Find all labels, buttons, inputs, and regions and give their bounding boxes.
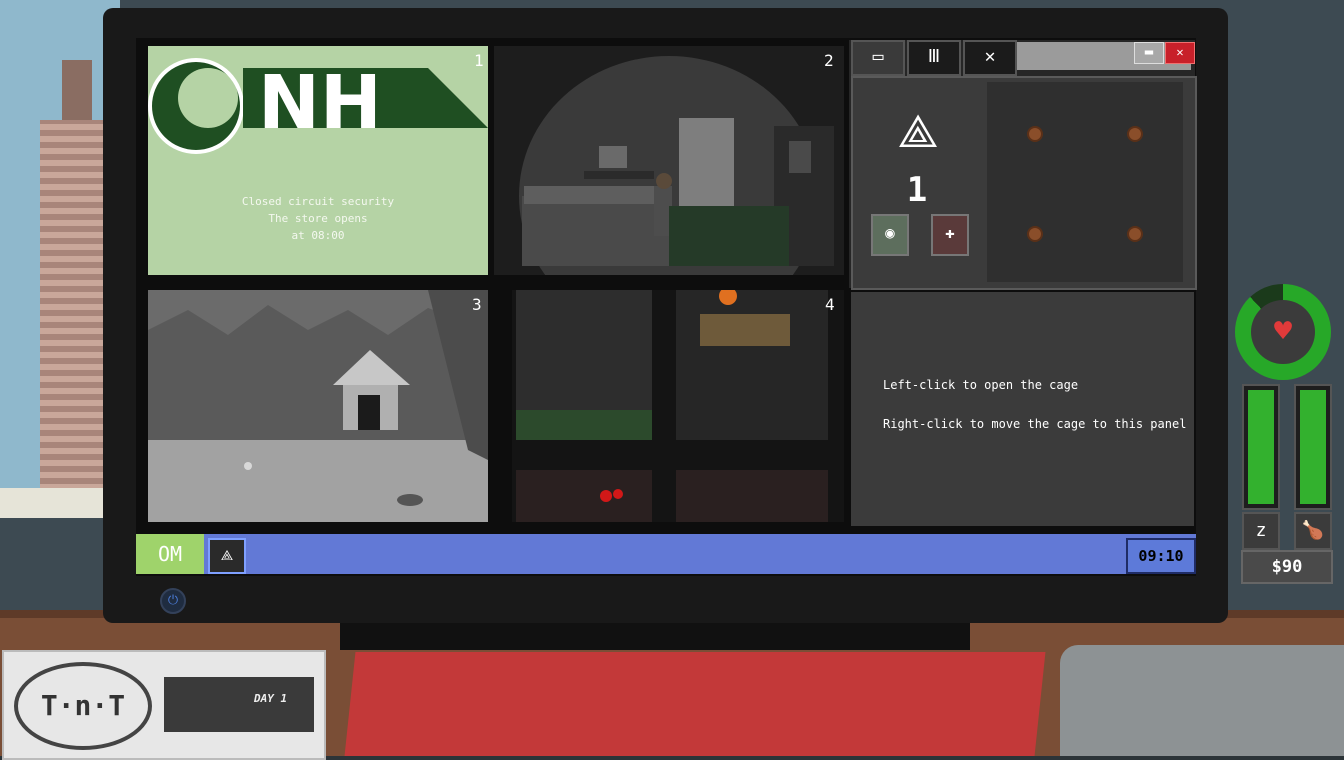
window-sill [0,488,110,518]
close-icon: ✕ [984,46,996,67]
panel-1-line-2: The store opens [268,212,368,225]
newspaper-day-label: DAY 1 [254,692,288,705]
sleep-bar-fill [1248,390,1274,504]
camera-icon: ▭ [872,46,884,67]
power-button[interactable]: ⏻ [160,588,186,614]
health-ring: ♥ [1235,284,1331,380]
panel-4-number: 4 [825,295,835,314]
skill-heal-locked[interactable]: ✚ [931,214,969,256]
app-window: ▭ Ⅲ ✕ ▬ ✕ ⟁ 1 ◉ ✚ [849,40,1197,290]
inventory-item[interactable] [1027,126,1043,142]
shop-tab[interactable]: Ⅲ [907,40,961,76]
telephone[interactable] [1060,645,1344,756]
window-close-button[interactable]: ✕ [1165,42,1195,64]
close-tab[interactable]: ✕ [963,40,1017,76]
eye-icon: ◉ [885,223,895,242]
panel-3-number: 3 [472,295,482,314]
sleep-icon: z [1242,512,1280,550]
panel-1-line-1: Closed circuit security [241,195,395,208]
level-number: 1 [906,170,928,210]
clock: 09:10 [1126,538,1196,574]
camera-panel-1[interactable]: NH Closed circuit security The store ope… [148,46,488,275]
inventory-item[interactable] [1027,226,1043,242]
inventory-item[interactable] [1127,126,1143,142]
cult-emblem-icon: ⟁ [897,104,939,158]
nh-logo: NH [148,58,488,154]
money-display: $90 [1241,550,1333,584]
start-button[interactable]: OM [136,534,204,574]
panel-1-line-3: at 08:00 [291,229,345,242]
panel-1-number: 1 [474,51,484,70]
food-bar [1294,384,1332,510]
panel-2-number: 2 [824,51,834,70]
skill-eye-locked[interactable]: ◉ [871,214,909,256]
newspaper[interactable]: T·n·T DAY 1 [2,650,326,760]
nh-logo-text: NH [258,60,382,146]
monitor-stand [340,622,970,650]
newspaper-band [164,677,314,732]
shop-icon: Ⅲ [927,46,941,67]
building [40,120,110,490]
info-panel: Left-click to open the cage Right-click … [851,292,1194,526]
food-icon: 🍗 [1294,512,1332,550]
plus-icon: ✚ [945,223,955,242]
inventory-grid [987,82,1183,282]
info-line-1: Left-click to open the cage [883,378,1079,392]
app-body: ⟁ 1 ◉ ✚ [851,76,1197,290]
inventory-item[interactable] [1127,226,1143,242]
sleep-bar [1242,384,1280,510]
food-bar-fill [1300,390,1326,504]
info-line-2: Right-click to move the cage to this pan… [883,417,1187,431]
taskbar-app-icon[interactable]: ⟁ [208,538,246,574]
basement-scene [512,290,844,522]
panel-1-message: Closed circuit security The store opens … [148,193,488,244]
camera-panel-4[interactable]: 4 [512,290,844,522]
yard-scene [148,290,488,522]
bedroom-scene [494,46,844,275]
camera-panel-2[interactable]: 2 [494,46,844,275]
camera-panel-3[interactable]: 3 [148,290,488,522]
heart-icon: ♥ [1251,300,1315,364]
red-notebook [344,652,1046,756]
camera-tab[interactable]: ▭ [851,40,905,76]
newspaper-logo: T·n·T [14,662,152,750]
taskbar: OM ⟁ 09:10 [136,534,1196,574]
minimize-button[interactable]: ▬ [1134,42,1164,64]
